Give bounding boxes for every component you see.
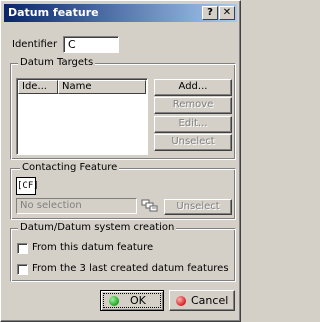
ok-icon: [109, 296, 119, 306]
ok-label: OK: [130, 294, 146, 307]
datum-targets-title: Datum Targets: [18, 57, 96, 69]
contacting-feature-selection[interactable]: No selection: [16, 198, 137, 214]
unselect-contacting-button[interactable]: Unselect: [164, 199, 232, 215]
edit-button[interactable]: Edit...: [154, 116, 232, 133]
system-creation-title: Datum/Datum system creation: [18, 222, 177, 234]
remove-button[interactable]: Remove: [154, 97, 232, 114]
cancel-icon: [176, 296, 186, 306]
close-button[interactable]: ✕: [219, 6, 235, 20]
from-this-datum-label: From this datum feature: [32, 242, 154, 253]
datum-feature-dialog: Datum feature ? ✕ Identifier C Datum Tar…: [0, 0, 241, 322]
cancel-button[interactable]: Cancel: [169, 290, 235, 311]
from-last-three-checkbox[interactable]: [17, 264, 28, 275]
contacting-feature-title: Contacting Feature: [20, 162, 120, 174]
from-this-datum-checkbox[interactable]: [17, 243, 28, 254]
help-button[interactable]: ?: [202, 6, 218, 20]
ok-button[interactable]: OK: [100, 290, 164, 311]
column-header-identifier[interactable]: Ide...: [18, 80, 58, 94]
column-header-name[interactable]: Name: [58, 80, 146, 94]
add-button[interactable]: Add...: [154, 79, 232, 96]
unselect-target-button[interactable]: Unselect: [154, 134, 232, 151]
identifier-field[interactable]: C: [63, 36, 119, 53]
from-last-three-label: From the 3 last created datum features: [32, 263, 229, 274]
window-title: Datum feature: [8, 6, 99, 19]
identifier-label: Identifier: [12, 39, 58, 50]
cancel-label: Cancel: [191, 294, 229, 307]
datum-targets-list[interactable]: Ide... Name: [16, 78, 148, 155]
title-bar[interactable]: Datum feature ? ✕: [4, 4, 237, 22]
selection-list-icon[interactable]: [140, 198, 160, 214]
contacting-feature-button[interactable]: [CF]: [16, 177, 39, 195]
